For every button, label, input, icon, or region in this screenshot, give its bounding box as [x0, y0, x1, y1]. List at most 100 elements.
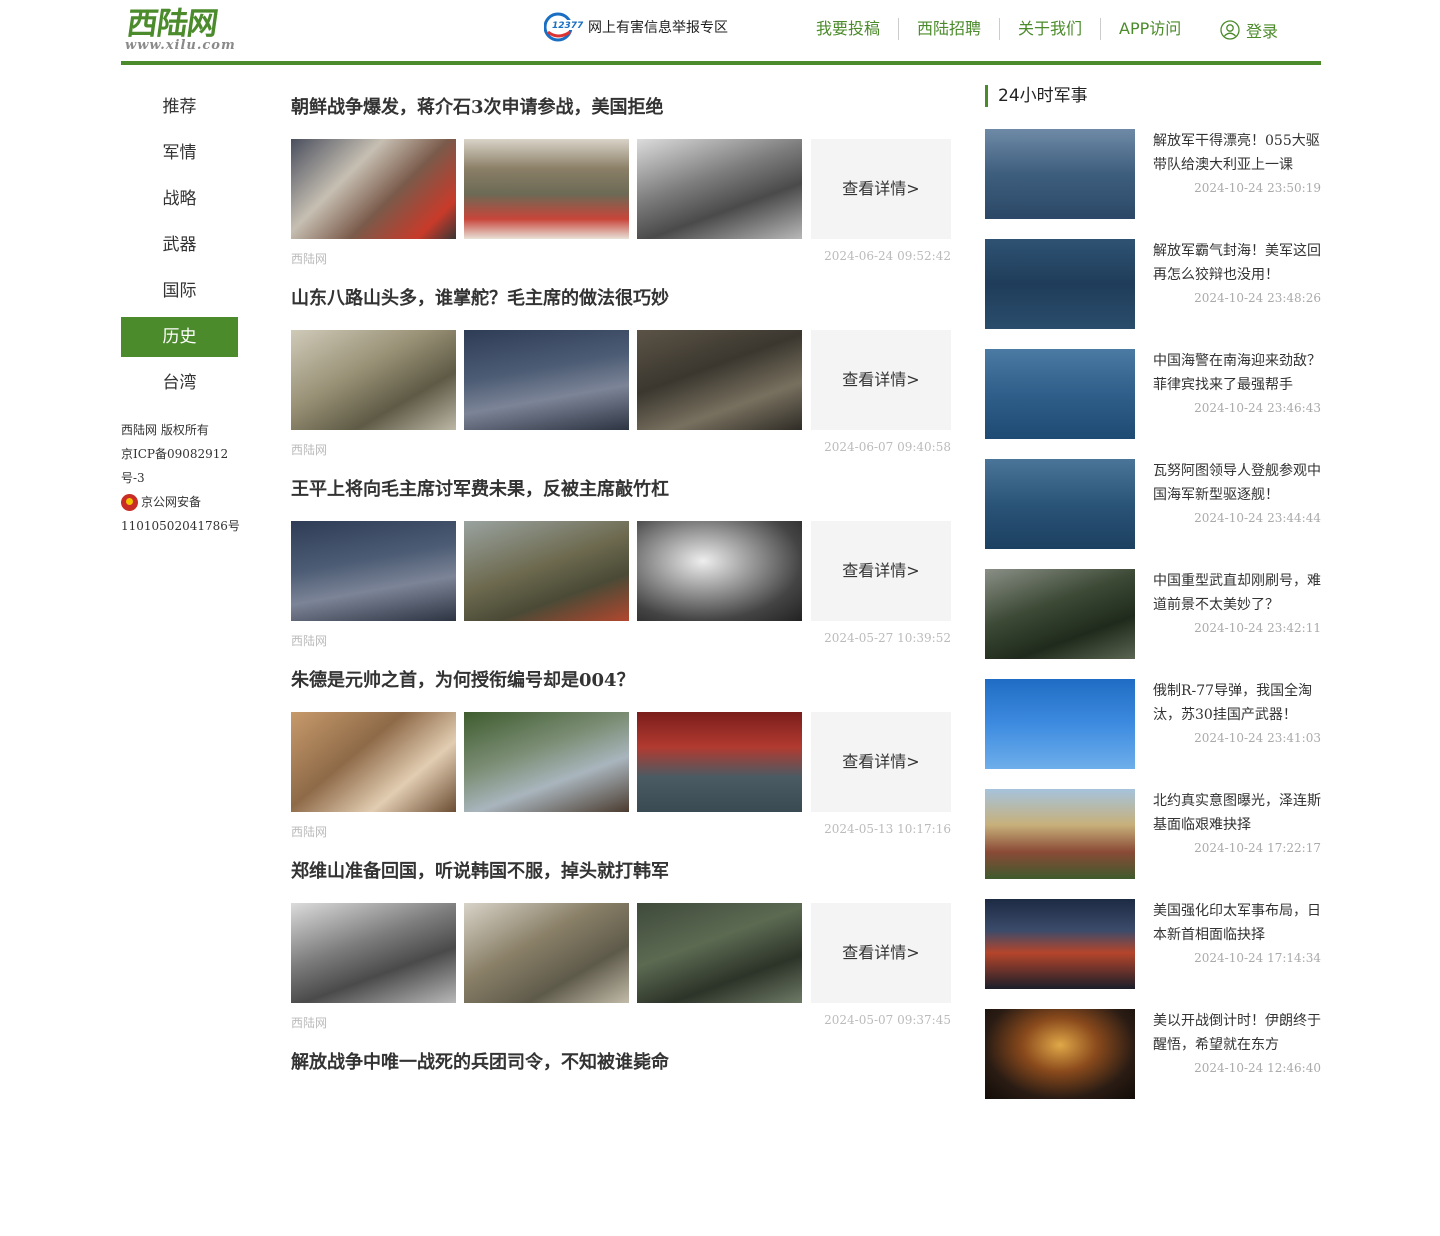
view-details-button[interactable]: 查看详情> [811, 903, 951, 1003]
news-thumbnail[interactable] [985, 349, 1135, 439]
article-image[interactable] [291, 521, 456, 621]
sidebar-news-item[interactable]: 美以开战倒计时！伊朗终于醒悟，希望就在东方 2024-10-24 12:46:4… [985, 1009, 1321, 1099]
news-title[interactable]: 美国强化印太军事布局，日本新首相面临抉择 [1153, 899, 1323, 947]
report-link[interactable]: 12377 网上有害信息举报专区 [543, 10, 728, 44]
news-thumbnail[interactable] [985, 789, 1135, 879]
article-image[interactable] [464, 139, 629, 239]
sidebar-news-item[interactable]: 解放军霸气封海！美军这回再怎么狡辩也没用！ 2024-10-24 23:48:2… [985, 239, 1321, 329]
news-title[interactable]: 解放军干得漂亮！055大驱带队给澳大利亚上一课 [1153, 129, 1323, 177]
article-item: 朱德是元帅之首，为何授衔编号却是004？ 查看详情> 西陆网 2024-05-1… [291, 663, 951, 854]
article-list: 朝鲜战争爆发，蒋介石3次申请参战，美国拒绝 查看详情> 西陆网 2024-06-… [291, 90, 951, 1236]
article-title[interactable]: 朱德是元帅之首，为何授衔编号却是004？ [291, 666, 635, 692]
news-title[interactable]: 解放军霸气封海！美军这回再怎么狡辩也没用！ [1153, 239, 1323, 287]
login-button[interactable]: 登录 [1220, 18, 1278, 42]
category-menu: 推荐 军情 战略 武器 国际 历史 台湾 [121, 87, 238, 409]
category-recommend[interactable]: 推荐 [121, 87, 238, 127]
article-image[interactable] [637, 903, 802, 1003]
news-title[interactable]: 瓦努阿图领导人登舰参观中国海军新型驱逐舰！ [1153, 459, 1323, 507]
news-title[interactable]: 中国重型武直却刚刷号，难道前景不太美妙了？ [1153, 569, 1323, 617]
category-history[interactable]: 历史 [121, 317, 238, 357]
logo-domain: www.xilu.com [125, 38, 236, 53]
site-header: 西陆网 www.xilu.com 12377 网上有害信息举报专区 我要投稿 西… [121, 0, 1321, 65]
article-item: 王平上将向毛主席讨军费未果，反被主席敲竹杠 查看详情> 西陆网 2024-05-… [291, 472, 951, 663]
news-title[interactable]: 北约真实意图曝光，泽连斯基面临艰难抉择 [1153, 789, 1323, 837]
article-image[interactable] [464, 330, 629, 430]
category-weapons[interactable]: 武器 [121, 225, 238, 265]
icp-link[interactable]: 京ICP备09082912号-3 [121, 442, 251, 490]
category-international[interactable]: 国际 [121, 271, 238, 311]
police-record[interactable]: 京公网安备 [121, 490, 251, 514]
article-image[interactable] [291, 139, 456, 239]
news-thumbnail[interactable] [985, 1009, 1135, 1099]
article-date: 2024-05-27 10:39:52 [824, 631, 951, 645]
category-strategy[interactable]: 战略 [121, 179, 238, 219]
article-title[interactable]: 解放战争中唯一战死的兵团司令，不知被谁毙命 [291, 1048, 669, 1074]
military-24h-sidebar: 24小时军事 解放军干得漂亮！055大驱带队给澳大利亚上一课 2024-10-2… [985, 85, 1321, 1099]
article-title[interactable]: 朝鲜战争爆发，蒋介石3次申请参战，美国拒绝 [291, 93, 664, 119]
article-image[interactable] [464, 903, 629, 1003]
category-military-news[interactable]: 军情 [121, 133, 238, 173]
nav-submit[interactable]: 我要投稿 [798, 18, 900, 40]
news-date: 2024-10-24 23:42:11 [1194, 621, 1321, 635]
article-item: 朝鲜战争爆发，蒋介石3次申请参战，美国拒绝 查看详情> 西陆网 2024-06-… [291, 90, 951, 281]
sidebar-news-item[interactable]: 瓦努阿图领导人登舰参观中国海军新型驱逐舰！ 2024-10-24 23:44:4… [985, 459, 1321, 549]
news-thumbnail[interactable] [985, 899, 1135, 989]
article-title[interactable]: 郑维山准备回国，听说韩国不服，掉头就打韩军 [291, 857, 669, 883]
view-details-button[interactable]: 查看详情> [811, 712, 951, 812]
nav-about[interactable]: 关于我们 [1000, 18, 1102, 40]
sidebar-news-item[interactable]: 俄制R-77导弹，我国全淘汰，苏30挂国产武器！ 2024-10-24 23:4… [985, 679, 1321, 769]
article-image[interactable] [637, 139, 802, 239]
news-date: 2024-10-24 23:50:19 [1194, 181, 1321, 195]
article-date: 2024-05-13 10:17:16 [824, 822, 951, 836]
nav-app[interactable]: APP访问 [1101, 18, 1199, 40]
article-image[interactable] [637, 521, 802, 621]
sidebar-news-item[interactable]: 中国重型武直却刚刷号，难道前景不太美妙了？ 2024-10-24 23:42:1… [985, 569, 1321, 659]
sidebar-news-item[interactable]: 北约真实意图曝光，泽连斯基面临艰难抉择 2024-10-24 17:22:17 [985, 789, 1321, 879]
article-source: 西陆网 [291, 825, 328, 839]
article-title[interactable]: 王平上将向毛主席讨军费未果，反被主席敲竹杠 [291, 475, 669, 501]
news-date: 2024-10-24 23:46:43 [1194, 401, 1321, 415]
article-image[interactable] [637, 712, 802, 812]
news-thumbnail[interactable] [985, 679, 1135, 769]
article-source: 西陆网 [291, 443, 328, 457]
article-image[interactable] [464, 712, 629, 812]
category-taiwan[interactable]: 台湾 [121, 363, 238, 403]
news-date: 2024-10-24 12:46:40 [1194, 1061, 1321, 1075]
sidebar-title: 24小时军事 [985, 85, 1321, 107]
article-date: 2024-06-24 09:52:42 [824, 249, 951, 263]
report-text: 网上有害信息举报专区 [588, 20, 728, 36]
article-title[interactable]: 山东八路山头多，谁掌舵？毛主席的做法很巧妙 [291, 284, 669, 310]
news-title[interactable]: 美以开战倒计时！伊朗终于醒悟，希望就在东方 [1153, 1009, 1323, 1057]
view-details-button[interactable]: 查看详情> [811, 139, 951, 239]
site-logo[interactable]: 西陆网 www.xilu.com [124, 6, 245, 54]
copyright-text: 西陆网 版权所有 [121, 423, 209, 437]
sidebar-news-item[interactable]: 解放军干得漂亮！055大驱带队给澳大利亚上一课 2024-10-24 23:50… [985, 129, 1321, 219]
news-date: 2024-10-24 17:14:34 [1194, 951, 1321, 965]
report-12377-icon: 12377 [543, 10, 584, 44]
police-record-number: 11010502041786号 [121, 519, 240, 533]
news-date: 2024-10-24 17:22:17 [1194, 841, 1321, 855]
article-image[interactable] [464, 521, 629, 621]
report-badge: 12377 [552, 21, 584, 31]
view-details-button[interactable]: 查看详情> [811, 521, 951, 621]
logo-text: 西陆网 [124, 6, 220, 42]
article-image[interactable] [291, 903, 456, 1003]
news-title[interactable]: 中国海警在南海迎来劲敌？菲律宾找来了最强帮手 [1153, 349, 1323, 397]
police-badge-icon [121, 493, 138, 511]
article-image[interactable] [291, 712, 456, 812]
news-thumbnail[interactable] [985, 569, 1135, 659]
article-source: 西陆网 [291, 634, 328, 648]
view-details-button[interactable]: 查看详情> [811, 330, 951, 430]
article-date: 2024-06-07 09:40:58 [824, 440, 951, 454]
sidebar-news-item[interactable]: 美国强化印太军事布局，日本新首相面临抉择 2024-10-24 17:14:34 [985, 899, 1321, 989]
news-title[interactable]: 俄制R-77导弹，我国全淘汰，苏30挂国产武器！ [1153, 679, 1323, 727]
sidebar-news-item[interactable]: 中国海警在南海迎来劲敌？菲律宾找来了最强帮手 2024-10-24 23:46:… [985, 349, 1321, 439]
news-thumbnail[interactable] [985, 459, 1135, 549]
article-image[interactable] [637, 330, 802, 430]
nav-jobs[interactable]: 西陆招聘 [899, 18, 1001, 40]
news-thumbnail[interactable] [985, 239, 1135, 329]
article-source: 西陆网 [291, 252, 328, 266]
news-date: 2024-10-24 23:41:03 [1194, 731, 1321, 745]
article-image[interactable] [291, 330, 456, 430]
news-thumbnail[interactable] [985, 129, 1135, 219]
